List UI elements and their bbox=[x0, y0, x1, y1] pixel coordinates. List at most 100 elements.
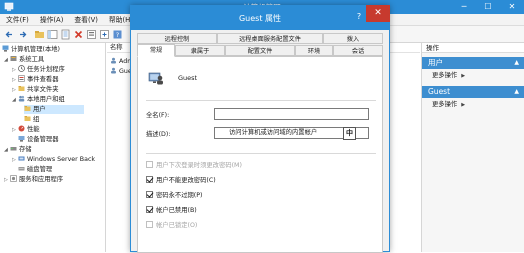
tab-environment[interactable]: 环境 bbox=[295, 45, 333, 56]
submenu-arrow-icon: ▶ bbox=[461, 102, 466, 108]
checkbox-box[interactable] bbox=[146, 206, 153, 213]
tab-member-of[interactable]: 隶属于 bbox=[175, 45, 225, 56]
tree-item-shared-folders[interactable]: ▷ 共享文件夹 bbox=[12, 85, 58, 94]
general-tab-panel: Guest 全名(F): 描述(D): 访问计算机或访问域的内置帐户 用户下次登… bbox=[137, 56, 383, 253]
tree-item-windows-server-backup[interactable]: ▷ Windows Server Back bbox=[12, 155, 95, 164]
actions-pane: 操作 用户 ▲ 更多操作 ▶ Guest ▲ 更多操作 ▶ bbox=[421, 43, 524, 252]
tab-dial-in[interactable]: 拨入 bbox=[323, 33, 383, 44]
tree-item-services-applications[interactable]: ▷ 服务和应用程序 bbox=[4, 175, 63, 184]
checkbox-label: 帐户已锁定(O) bbox=[156, 222, 198, 229]
shared-folder-icon bbox=[18, 86, 25, 91]
tree-label: 事件查看器 bbox=[27, 76, 59, 83]
separator bbox=[146, 153, 376, 154]
full-name-label: 全名(F): bbox=[146, 112, 170, 119]
password-never-expires-checkbox[interactable]: 密码永不过期(P) bbox=[146, 191, 203, 200]
maximize-button[interactable]: ☐ bbox=[476, 0, 500, 14]
disk-icon bbox=[18, 167, 25, 171]
computer-icon bbox=[2, 45, 9, 52]
tab-remote-control[interactable]: 远程控制 bbox=[137, 33, 217, 44]
cannot-change-password-checkbox[interactable]: 用户不能更改密码(C) bbox=[146, 176, 216, 185]
collapse-up-icon[interactable]: ▲ bbox=[514, 57, 519, 69]
tree-item-storage[interactable]: ◢ 存储 bbox=[4, 145, 32, 154]
tree-item-users[interactable]: 用户 bbox=[24, 105, 84, 114]
help-icon[interactable]: ? bbox=[112, 29, 123, 40]
tree-label: 任务计划程序 bbox=[27, 66, 65, 73]
tree-item-local-users-groups[interactable]: ◢ 本地用户和组 bbox=[12, 95, 65, 104]
tree-item-disk-management[interactable]: 磁盘管理 bbox=[18, 165, 52, 174]
checkbox-box[interactable] bbox=[146, 221, 153, 228]
back-icon[interactable] bbox=[4, 29, 15, 40]
folder-icon bbox=[24, 106, 31, 111]
dialog-titlebar[interactable]: Guest 属性 ? ✕ bbox=[131, 5, 390, 30]
services-icon bbox=[10, 175, 17, 182]
tree-label: 计算机管理(本地) bbox=[11, 46, 60, 53]
more-actions-guest[interactable]: 更多操作 ▶ bbox=[432, 100, 465, 110]
tools-icon bbox=[10, 56, 17, 61]
tree-item-task-scheduler[interactable]: ▷ 任务计划程序 bbox=[12, 65, 65, 74]
actions-section-guest[interactable]: Guest ▲ bbox=[422, 86, 524, 98]
forward-icon[interactable] bbox=[17, 29, 28, 40]
actions-header: 操作 bbox=[422, 43, 524, 53]
backup-icon bbox=[18, 156, 25, 161]
more-actions-label: 更多操作 bbox=[432, 101, 458, 108]
user-account-icon bbox=[148, 72, 163, 85]
refresh-icon[interactable] bbox=[99, 29, 110, 40]
tab-sessions[interactable]: 会话 bbox=[333, 45, 383, 56]
tree-item-computer-management[interactable]: 计算机管理(本地) bbox=[2, 45, 60, 54]
checkbox-label: 帐户已禁用(B) bbox=[156, 207, 197, 214]
device-manager-icon bbox=[18, 136, 25, 142]
guest-properties-dialog: Guest 属性 ? ✕ 远程控制 远程桌面服务配置文件 拨入 常规 隶属于 配… bbox=[130, 5, 390, 253]
dialog-title: Guest 属性 bbox=[238, 14, 282, 23]
must-change-password-checkbox[interactable]: 用户下次登录时须更改密码(M) bbox=[146, 161, 242, 170]
tree-item-device-manager[interactable]: 设备管理器 bbox=[18, 135, 58, 144]
performance-icon bbox=[18, 125, 25, 132]
user-icon bbox=[111, 67, 116, 74]
storage-icon bbox=[10, 147, 17, 151]
menu-view[interactable]: 查看(V) bbox=[68, 14, 103, 26]
account-disabled-checkbox[interactable]: 帐户已禁用(B) bbox=[146, 206, 197, 215]
export-list-icon[interactable] bbox=[60, 29, 71, 40]
checkbox-label: 用户下次登录时须更改密码(M) bbox=[156, 162, 242, 169]
tree-item-event-viewer[interactable]: ▷ 事件查看器 bbox=[12, 75, 58, 84]
tree-item-system-tools[interactable]: ◢ 系统工具 bbox=[4, 55, 44, 64]
menu-action[interactable]: 操作(A) bbox=[34, 14, 69, 26]
tree-item-performance[interactable]: ▷ 性能 bbox=[12, 125, 40, 134]
checkbox-label: 用户不能更改密码(C) bbox=[156, 177, 216, 184]
show-tree-icon[interactable] bbox=[47, 29, 58, 40]
menu-file[interactable]: 文件(F) bbox=[0, 14, 34, 26]
collapse-up-icon[interactable]: ▲ bbox=[514, 86, 519, 98]
close-button[interactable]: ✕ bbox=[500, 0, 524, 14]
dialog-help-button[interactable]: ? bbox=[353, 11, 365, 23]
submenu-arrow-icon: ▶ bbox=[461, 73, 466, 79]
minimize-button[interactable]: ─ bbox=[452, 0, 476, 14]
folder-up-icon[interactable] bbox=[34, 29, 45, 40]
tab-general[interactable]: 常规 bbox=[137, 44, 175, 57]
tree-label: 组 bbox=[33, 116, 40, 123]
checkbox-box[interactable] bbox=[146, 161, 153, 168]
ime-indicator[interactable]: 中 bbox=[343, 127, 356, 140]
actions-section-users[interactable]: 用户 ▲ bbox=[422, 57, 524, 69]
clock-icon bbox=[18, 65, 25, 72]
event-viewer-icon bbox=[18, 75, 25, 82]
tree-label: Windows Server Back bbox=[27, 156, 96, 163]
tree-label: 服务和应用程序 bbox=[19, 176, 64, 183]
svg-text:?: ? bbox=[116, 31, 119, 39]
tree-label: 本地用户和组 bbox=[27, 96, 65, 103]
dialog-close-button[interactable]: ✕ bbox=[366, 5, 390, 22]
delete-icon[interactable] bbox=[73, 29, 84, 40]
tree-label: 用户 bbox=[33, 106, 46, 113]
separator bbox=[146, 100, 376, 101]
properties-icon[interactable] bbox=[86, 29, 97, 40]
more-actions-label: 更多操作 bbox=[432, 72, 458, 79]
tree-label: 磁盘管理 bbox=[27, 166, 53, 173]
tree-label: 存储 bbox=[19, 146, 32, 153]
more-actions-users[interactable]: 更多操作 ▶ bbox=[432, 71, 465, 81]
full-name-input[interactable] bbox=[214, 108, 369, 120]
checkbox-box[interactable] bbox=[146, 191, 153, 198]
tab-profile[interactable]: 配置文件 bbox=[225, 45, 295, 56]
tree-item-groups[interactable]: 组 bbox=[24, 115, 39, 124]
account-locked-checkbox[interactable]: 帐户已锁定(O) bbox=[146, 221, 197, 230]
checkbox-box[interactable] bbox=[146, 176, 153, 183]
tree-label: 共享文件夹 bbox=[27, 86, 59, 93]
tab-rds-profile[interactable]: 远程桌面服务配置文件 bbox=[217, 33, 323, 44]
